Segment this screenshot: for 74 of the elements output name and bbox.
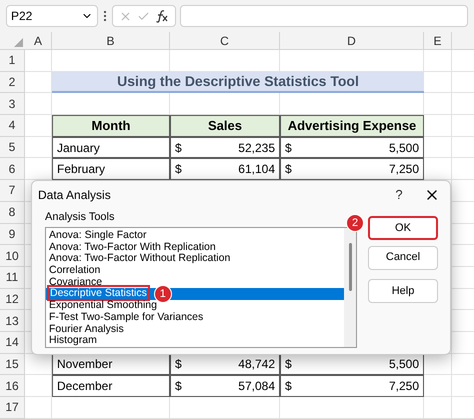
row-number: 10 bbox=[0, 245, 25, 267]
currency-symbol: $ bbox=[175, 356, 182, 374]
table-cell-text: 57,084 bbox=[238, 378, 275, 396]
currency-symbol: $ bbox=[175, 140, 182, 157]
column-header-cell: Sales bbox=[170, 115, 280, 137]
table-cell-text: 52,235 bbox=[238, 140, 275, 157]
empty-cell bbox=[424, 93, 452, 116]
column-header[interactable]: D bbox=[280, 32, 424, 49]
dialog-button[interactable]: Cancel bbox=[368, 246, 438, 270]
row-number: 13 bbox=[0, 310, 25, 332]
select-all-icon[interactable] bbox=[14, 38, 23, 47]
help-button[interactable]: ? bbox=[384, 185, 414, 205]
row-number: 2 bbox=[0, 72, 25, 94]
table-cell-text: 7,250 bbox=[388, 378, 419, 396]
row-number: 1 bbox=[0, 50, 25, 72]
list-item[interactable]: Descriptive Statistics 1 bbox=[46, 288, 344, 300]
callout-badge: 2 bbox=[346, 214, 364, 232]
table-cell-text: 48,742 bbox=[238, 356, 275, 374]
table-cell-text: 61,104 bbox=[238, 161, 275, 178]
row-number: 17 bbox=[0, 397, 25, 419]
currency-symbol: $ bbox=[175, 161, 182, 178]
currency-symbol: $ bbox=[285, 378, 292, 396]
empty-cell bbox=[424, 375, 452, 397]
row-number: 3 bbox=[0, 93, 25, 116]
column-header[interactable]: C bbox=[170, 32, 280, 49]
cancel-icon[interactable] bbox=[119, 10, 132, 22]
table-cell-text: 7,250 bbox=[388, 161, 419, 178]
row-number: 5 bbox=[0, 136, 25, 158]
more-icon bbox=[102, 11, 108, 21]
enter-icon[interactable] bbox=[136, 10, 150, 22]
list-item[interactable]: Anova: Two-Factor With Replication bbox=[46, 242, 344, 254]
title-cell: Using the Descriptive Statistics Tool bbox=[52, 72, 424, 94]
row-number: 8 bbox=[0, 202, 25, 224]
empty-cell bbox=[424, 136, 452, 158]
empty-cell bbox=[424, 397, 452, 419]
name-box[interactable]: P22 bbox=[6, 5, 98, 27]
list-item[interactable]: Anova: Single Factor bbox=[46, 230, 344, 242]
table-cell-text: 5,500 bbox=[388, 140, 419, 157]
dialog-title: Data Analysis bbox=[38, 187, 112, 204]
list-item[interactable]: Fourier Analysis bbox=[46, 324, 344, 336]
empty-cell bbox=[424, 50, 452, 72]
table-cell-text: 5,500 bbox=[388, 356, 419, 374]
column-header[interactable]: B bbox=[52, 32, 170, 49]
list-item[interactable]: Histogram bbox=[46, 335, 344, 347]
dialog-button[interactable]: Help bbox=[368, 278, 438, 303]
dialog-button[interactable]: OK bbox=[368, 216, 438, 240]
row-number: 6 bbox=[0, 158, 25, 180]
row-number: 16 bbox=[0, 375, 25, 397]
scrollbar-thumb[interactable] bbox=[348, 243, 352, 291]
analysis-tools-list[interactable] bbox=[45, 227, 357, 348]
currency-symbol: $ bbox=[175, 378, 182, 396]
row-number: 11 bbox=[0, 266, 25, 289]
table-cell: January bbox=[52, 136, 170, 158]
currency-symbol: $ bbox=[285, 140, 292, 157]
table-cell: December bbox=[52, 375, 170, 397]
row-number: 14 bbox=[0, 332, 25, 354]
list-label: Analysis Tools bbox=[45, 211, 114, 223]
column-header[interactable]: A bbox=[25, 32, 52, 49]
column-header[interactable]: E bbox=[424, 32, 452, 49]
currency-symbol: $ bbox=[285, 356, 292, 374]
table-cell: February bbox=[52, 158, 170, 180]
column-header-cell: Advertising Expense bbox=[280, 115, 424, 137]
row-number: 12 bbox=[0, 288, 25, 310]
row-number: 4 bbox=[0, 115, 25, 137]
row-number: 7 bbox=[0, 180, 25, 202]
list-item[interactable]: Anova: Two-Factor Without Replication bbox=[46, 253, 344, 266]
column-header-cell: Month bbox=[52, 115, 170, 137]
row-number: 15 bbox=[0, 354, 25, 376]
callout-badge: 1 bbox=[154, 285, 172, 304]
currency-symbol: $ bbox=[285, 161, 292, 178]
list-item[interactable]: Correlation bbox=[46, 265, 344, 277]
list-item[interactable]: F-Test Two-Sample for Variances bbox=[46, 312, 344, 324]
function-icon[interactable] bbox=[154, 10, 169, 22]
row-number: 9 bbox=[0, 224, 25, 246]
